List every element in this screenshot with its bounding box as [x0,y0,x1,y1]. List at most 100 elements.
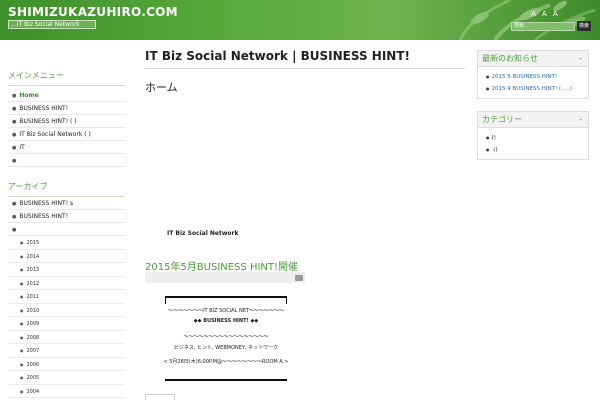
print-icon[interactable] [295,275,303,281]
site-title[interactable]: SHIMIZUKAZUHIRO.COM [8,5,178,19]
bullet-icon: ● [12,93,17,99]
bullet-icon: ● [12,158,17,164]
notice-line: 〜〜〜〜〜〜〜IT BIZ SOCIAL NET〜〜〜〜〜〜〜 [168,308,284,314]
category-item[interactable]: ●() [478,132,588,144]
year-item[interactable]: ● 2015 [8,236,125,250]
notice-line: < 5月28日(木)6:00P.M@〜〜〜〜〜〜〜〜ROOM A > [163,359,289,365]
bullet-icon: ● [20,280,24,286]
archive-item-label: BUSINESS HINT! [19,213,69,220]
archive-item-label: BUSINESS HINT! s [19,200,74,207]
year-label: 2010 [26,307,40,314]
right-sidebar: 最新のお知らせ - ● 2015 5 BUSINESS HINT! ● 2015 4… [477,50,589,172]
bullet-icon: ● [20,267,24,272]
year-label: 2005 [26,375,40,381]
bullet-icon: ● [20,388,24,394]
year-label: 2004 [26,388,40,395]
menu-item[interactable]: ● BUSINESS HINT! ( ) [8,115,125,128]
left-sidebar: メインメニュー ● Home ● BUSINESS HINT! ● BUSINESS … [8,70,125,398]
font-size-controls[interactable]: A A A [531,10,560,18]
year-item[interactable]: ● 2005 [8,371,125,385]
bullet-icon: ● [20,334,24,340]
bullet-icon: ● [20,361,24,367]
category-item-label: () [491,135,496,141]
year-item[interactable]: ● 2010 [8,304,125,317]
year-label: 2008 [26,334,40,341]
bullet-icon: ● [12,227,17,233]
year-item[interactable]: ● 2012 [8,277,125,290]
bullet-icon: ● [486,147,490,152]
site-tagline: ...IT Biz Social Network [8,20,96,29]
site-header: SHIMIZUKAZUHIRO.COM ...IT Biz Social Net… [0,0,600,40]
menu-item-label: IT Biz Social Network ( ) [19,131,91,138]
menu-item[interactable]: ● BUSINESS HINT! [8,102,125,115]
bullet-icon: ● [20,375,24,380]
bullet-icon: ● [20,321,24,326]
year-item[interactable]: ● 2011 [8,290,125,304]
category-item[interactable]: ● () [478,144,588,156]
menu-item-label: IT [19,144,25,151]
main-menu-heading: メインメニュー [8,70,125,86]
bullet-icon: ● [486,74,490,79]
collapse-icon[interactable]: - [579,51,582,67]
notice-line: ◆◆ BUSINESS HINT! ◆◆ [193,318,259,324]
news-widget-header[interactable]: 最新のお知らせ - [478,51,588,67]
year-item[interactable]: ● 2007 [8,344,125,358]
year-label: 2014 [26,253,40,260]
bullet-icon: ● [20,307,24,313]
bullet-icon: ● [12,119,17,125]
notice-line: 〜〜〜〜〜〜〜〜〜〜〜〜〜〜〜〜〜 [183,334,269,340]
bullet-icon: ● [12,132,17,138]
main-content: IT Biz Social Network | BUSINESS HINT! ホ… [145,46,465,400]
menu-item[interactable]: ● IT [8,141,125,154]
year-item[interactable]: ● 2004 [8,385,125,398]
news-item-label: 2015 4 BUSINESS HINT! ( ....) [491,86,572,92]
bullet-icon: ● [20,253,24,259]
year-item[interactable]: ● 2009 [8,317,125,331]
archive-item[interactable]: ● [8,223,125,236]
archive-heading: アーカイブ [8,181,125,197]
embed-caption: IT Biz Social Network [167,230,239,237]
news-widget: 最新のお知らせ - ● 2015 5 BUSINESS HINT! ● 2015 4… [477,50,589,99]
year-label: 2015 [26,240,40,246]
bullet-icon: ● [12,201,17,207]
year-label: 2009 [26,321,40,327]
year-label: 2013 [26,267,40,273]
event-notice-box: 〜〜〜〜〜〜〜IT BIZ SOCIAL NET〜〜〜〜〜〜〜 ◆◆ BUSIN… [163,296,289,381]
bullet-icon: ● [20,348,24,353]
bullet-icon: ● [12,214,17,220]
notice-line: ビジネス, ヒント, WEBMONEY, ネットワーク [173,345,279,351]
archive-item[interactable]: ● BUSINESS HINT! [8,210,125,223]
news-item[interactable]: ● 2015 4 BUSINESS HINT! ( ....) [478,83,588,95]
archive-item[interactable]: ● BUSINESS HINT! s [8,197,125,210]
year-label: 2007 [26,348,40,354]
menu-item-home[interactable]: ● Home [8,89,125,102]
menu-item[interactable]: ● IT Biz Social Network ( ) [8,128,125,141]
news-item-label: 2015 5 BUSINESS HINT! [491,74,558,80]
bullet-icon: ● [12,106,17,112]
leaf-pattern-decoration [458,0,596,40]
page-subtitle: ホーム [145,81,178,94]
category-item-label: () [491,147,498,153]
entry-title-link[interactable]: 2015年5月BUSINESS HINT!開催 [145,258,298,273]
entry-toolbar [145,272,305,283]
pagination-tab[interactable] [145,394,175,400]
bullet-icon: ● [486,135,490,140]
bullet-icon: ● [20,240,24,245]
year-label: 2011 [26,294,40,300]
year-item[interactable]: ● 2006 [8,358,125,371]
category-widget-header[interactable]: カテゴリー - [478,112,588,128]
search-button[interactable]: 検索 [577,21,591,31]
year-label: 2006 [26,361,40,368]
year-item[interactable]: ● 2008 [8,331,125,344]
year-label: 2012 [26,280,40,287]
page-title: IT Biz Social Network | BUSINESS HINT! [145,46,465,69]
collapse-icon[interactable]: - [579,112,582,128]
search-input[interactable]: 検索... [511,22,575,31]
bullet-icon: ● [486,86,490,91]
menu-item-label: BUSINESS HINT! ( ) [19,118,77,125]
year-item[interactable]: ● 2013 [8,263,125,277]
category-widget-title: カテゴリー [482,115,522,124]
news-item[interactable]: ● 2015 5 BUSINESS HINT! [478,71,588,83]
year-item[interactable]: ● 2014 [8,250,125,263]
menu-item[interactable]: ● [8,154,125,167]
